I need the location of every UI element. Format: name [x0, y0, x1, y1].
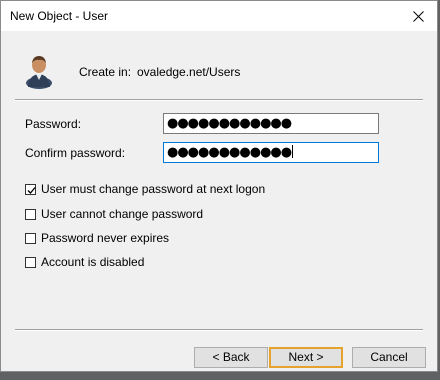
title-bar: New Object - User — [1, 1, 437, 31]
next-button[interactable]: Next > — [269, 347, 343, 368]
option-label: User must change password at next logon — [41, 182, 266, 196]
window-title: New Object - User — [10, 9, 109, 23]
checkbox[interactable] — [25, 183, 36, 195]
checkbox[interactable] — [25, 232, 36, 244]
confirm-password-input[interactable]: ●●●●●●●●●●●● — [163, 142, 379, 163]
password-mask: ●●●●●●●●●●●● — [167, 116, 292, 131]
dialog-window: New Object - User Create in: ovaledge.ne… — [0, 0, 438, 372]
option-label: Password never expires — [41, 231, 170, 245]
close-button[interactable] — [403, 3, 433, 29]
option-label: Account is disabled — [41, 255, 145, 269]
back-button[interactable]: < Back — [194, 347, 268, 368]
confirm-password-label: Confirm password: — [25, 146, 126, 160]
confirm-password-mask: ●●●●●●●●●●●● — [167, 145, 292, 160]
separator-bottom — [15, 329, 423, 331]
password-label: Password: — [25, 117, 82, 131]
option-cannot-change-password[interactable]: User cannot change password — [25, 207, 203, 221]
container-path: ovaledge.net/Users — [137, 65, 241, 79]
option-account-disabled[interactable]: Account is disabled — [25, 255, 144, 269]
user-icon — [26, 56, 52, 89]
option-must-change-password[interactable]: User must change password at next logon — [25, 182, 265, 196]
option-label: User cannot change password — [41, 207, 204, 221]
separator-top — [15, 99, 423, 101]
close-icon — [412, 10, 424, 22]
text-caret — [292, 145, 294, 158]
password-input[interactable]: ●●●●●●●●●●●● — [163, 113, 379, 134]
checkbox[interactable] — [25, 256, 36, 268]
option-password-never-expires[interactable]: Password never expires — [25, 231, 169, 245]
cancel-button[interactable]: Cancel — [352, 347, 426, 368]
checkmark-icon — [27, 186, 36, 194]
create-in-label: Create in: — [79, 65, 132, 79]
checkbox[interactable] — [25, 208, 36, 220]
